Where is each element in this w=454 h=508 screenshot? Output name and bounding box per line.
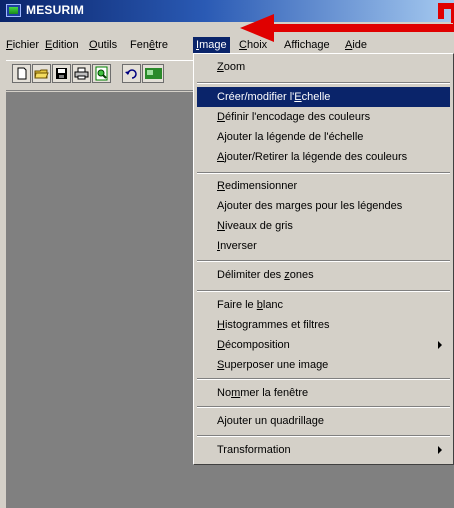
print-icon	[74, 67, 89, 80]
new-file-icon	[17, 67, 27, 80]
menu-item-creer-modifier-echelle[interactable]: Créer/modifier l'Echelle	[197, 87, 450, 107]
image-icon	[145, 68, 162, 79]
menu-separator	[197, 260, 450, 262]
undo-button[interactable]	[122, 64, 141, 83]
menu-item-ajouter-legende-echelle[interactable]: Ajouter la légende de l'échelle	[197, 127, 450, 147]
open-button[interactable]	[32, 64, 51, 83]
mesurim-window: MESURIM Fichier Edition Outils Fenêtre I…	[0, 0, 454, 508]
menu-item-faire-le-blanc[interactable]: Faire le blanc	[197, 295, 450, 315]
menu-item-ajouter-retirer-legende-couleurs[interactable]: Ajouter/Retirer la légende des couleurs	[197, 147, 450, 167]
submenu-arrow-icon	[438, 446, 442, 454]
undo-icon	[125, 69, 137, 79]
menu-separator	[197, 290, 450, 292]
menu-separator	[197, 82, 450, 84]
menu-separator	[197, 435, 450, 437]
menu-item-decomposition[interactable]: Décomposition	[197, 335, 450, 355]
submenu-arrow-icon	[438, 341, 442, 349]
menu-item-superposer-image[interactable]: Superposer une image	[197, 355, 450, 375]
save-button[interactable]	[52, 64, 71, 83]
menu-item-zoom[interactable]: Zoom	[197, 57, 450, 77]
menu-item-histogrammes-filtres[interactable]: Histogrammes et filtres	[197, 315, 450, 335]
menu-separator	[197, 172, 450, 174]
print-preview-icon	[95, 66, 108, 81]
menu-item-inverser[interactable]: Inverser	[197, 236, 450, 256]
image-menu-dropdown: Zoom Créer/modifier l'Echelle Définir l'…	[193, 53, 454, 465]
menu-item-nommer-fenetre[interactable]: Nommer la fenêtre	[197, 383, 450, 403]
save-icon	[56, 68, 67, 79]
print-button[interactable]	[72, 64, 91, 83]
menu-item-ajouter-quadrillage[interactable]: Ajouter un quadrillage	[197, 411, 450, 431]
menu-item-delimiter-zones[interactable]: Délimiter des zones	[197, 265, 450, 285]
image-button[interactable]	[142, 64, 164, 83]
menu-separator	[197, 406, 450, 408]
menu-separator	[197, 378, 450, 380]
menu-item-definir-encodage[interactable]: Définir l'encodage des couleurs	[197, 107, 450, 127]
open-folder-icon	[34, 69, 49, 79]
menu-item-transformation[interactable]: Transformation	[197, 440, 450, 460]
print-preview-button[interactable]	[92, 64, 111, 83]
menu-item-niveaux-de-gris[interactable]: Niveaux de gris	[197, 216, 450, 236]
annotation-arrow-icon	[240, 3, 454, 42]
new-file-button[interactable]	[12, 64, 31, 83]
menu-item-redimensionner[interactable]: Redimensionner	[197, 176, 450, 196]
menu-item-ajouter-marges[interactable]: Ajouter des marges pour les légendes	[197, 196, 450, 216]
